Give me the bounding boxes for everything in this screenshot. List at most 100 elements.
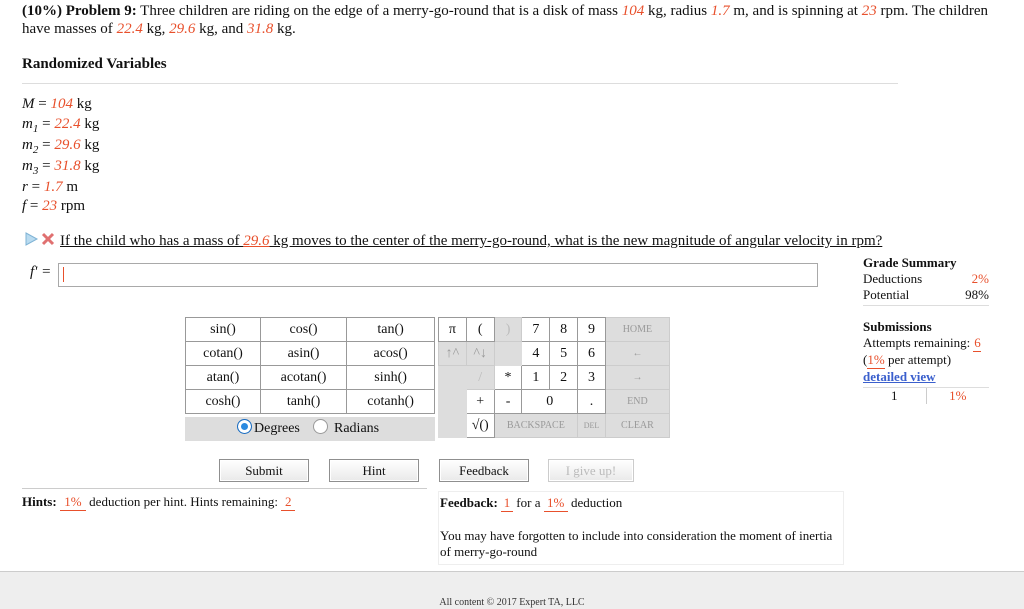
deductions-row: Deductions 2% [863,271,989,287]
feedback-deduction: 1% [543,495,568,512]
open-paren-button[interactable]: ( [465,317,495,342]
attempts-label: Attempts remaining: [863,335,974,350]
text-cursor [63,267,64,282]
radius-value: 1.7 [710,3,730,19]
asin-button[interactable]: asin() [259,341,348,366]
feedback-count: 1 [501,495,514,512]
digit-6-button[interactable]: 6 [577,341,606,366]
tan-button[interactable]: tan() [346,317,435,342]
sinh-button[interactable]: sinh() [346,365,435,390]
equals: = [38,158,55,174]
cotan-button[interactable]: cotan() [185,341,261,366]
digit-0-button[interactable]: 0 [521,389,579,414]
digit-5-button[interactable]: 5 [549,341,579,366]
digit-2-button[interactable]: 2 [549,365,579,390]
cos-button[interactable]: cos() [259,317,348,342]
sqrt-button[interactable]: √() [465,413,495,438]
variable-value: 22.4 [54,116,81,132]
number-keypad: π ( ) 7 8 9 HOME ↑^ ^↓ 4 5 6 ← / * 1 2 3… [438,317,671,438]
feedback-button[interactable]: Feedback [439,459,529,482]
cosh-button[interactable]: cosh() [185,389,261,414]
degrees-radio[interactable] [237,419,252,434]
delete-button[interactable]: DEL [577,413,606,438]
potential-value: 98% [965,287,989,302]
pi-button[interactable]: π [438,317,467,342]
attempts-value: 6 [973,335,982,352]
digit-7-button[interactable]: 7 [521,317,551,342]
variable-unit: m [62,179,78,195]
backspace-button[interactable]: BACKSPACE [493,413,579,438]
question-text: If the child who has a mass of 29.6 kg m… [60,233,882,249]
minus-button[interactable]: - [493,389,523,414]
variable-value: 1.7 [43,179,63,195]
question-status [24,231,60,252]
divider [863,305,989,306]
per-attempt: (1% per attempt) [863,352,989,369]
variable-row: r = 1.7 m [22,177,78,197]
expand-icon[interactable] [25,232,39,246]
variable-symbol: m [22,116,33,132]
tanh-button[interactable]: tanh() [259,389,348,414]
hint-button[interactable]: Hint [329,459,419,482]
degrees-label: Degrees [254,421,300,436]
disk-mass-value: 104 [621,3,645,19]
end-button[interactable]: END [604,389,671,414]
grade-summary: Grade Summary Deductions 2% Potential 98% [863,255,989,308]
power-down-button[interactable]: ^↓ [465,341,495,366]
divide-button[interactable]: / [465,365,495,390]
variable-unit: kg [80,158,100,174]
equals: = [27,179,44,195]
child2-mass: 29.6 [169,21,196,37]
home-button[interactable]: HOME [604,317,671,342]
radians-option[interactable]: Radians [313,419,379,437]
digit-9-button[interactable]: 9 [577,317,606,342]
digit-3-button[interactable]: 3 [577,365,606,390]
variable-value: 104 [50,96,73,112]
equals: = [34,96,51,112]
clear-button[interactable]: CLEAR [604,413,671,438]
radians-label: Radians [334,421,380,436]
detailed-view-link[interactable]: detailed view [863,369,989,385]
multiply-button[interactable]: * [493,365,523,390]
radians-radio[interactable] [313,419,328,434]
submit-button[interactable]: Submit [219,459,309,482]
feedback-label: Feedback: [440,495,498,510]
problem-text: Three children are riding on the edge of… [136,3,622,19]
atan-button[interactable]: atan() [185,365,261,390]
digit-1-button[interactable]: 1 [521,365,551,390]
variable-symbol: m [22,137,33,153]
sin-button[interactable]: sin() [185,317,261,342]
copyright: All content © 2017 Expert TA, LLC [439,597,585,608]
deductions-label: Deductions [863,271,923,286]
divider [22,488,427,489]
answer-input[interactable] [58,263,818,287]
feedback-text: deduction [567,495,623,510]
child1-mass: 22.4 [116,21,143,37]
plus-button[interactable]: + [465,389,495,414]
cotanh-button[interactable]: cotanh() [346,389,435,414]
acos-button[interactable]: acos() [346,341,435,366]
acotan-button[interactable]: acotan() [259,365,348,390]
keypad-spacer [493,341,523,366]
right-arrow-button[interactable]: → [604,365,671,390]
dot-button[interactable]: . [577,389,606,414]
attempts-remaining: Attempts remaining: 6 [863,335,989,352]
question-mass-value: 29.6 [243,232,270,249]
digit-8-button[interactable]: 8 [549,317,579,342]
close-paren-button[interactable]: ) [493,317,523,342]
angle-mode: Degrees Radians [185,417,435,441]
degrees-option[interactable]: Degrees [237,419,300,437]
submission-deduction: 1% [925,388,990,404]
give-up-button[interactable]: I give up! [548,459,634,482]
hints-label: Hints: [22,494,57,509]
potential-label: Potential [863,287,910,302]
problem-text: kg, [142,21,170,37]
problem-text: kg, radius [644,3,711,19]
feedback-panel: Feedback: 1 for a 1% deduction You may h… [438,491,844,565]
left-arrow-button[interactable]: ← [604,341,671,366]
variable-unit: kg [80,137,100,153]
feedback-text: for a [513,495,544,510]
answer-label: f' = [30,264,52,280]
power-up-button[interactable]: ↑^ [438,341,467,366]
digit-4-button[interactable]: 4 [521,341,551,366]
